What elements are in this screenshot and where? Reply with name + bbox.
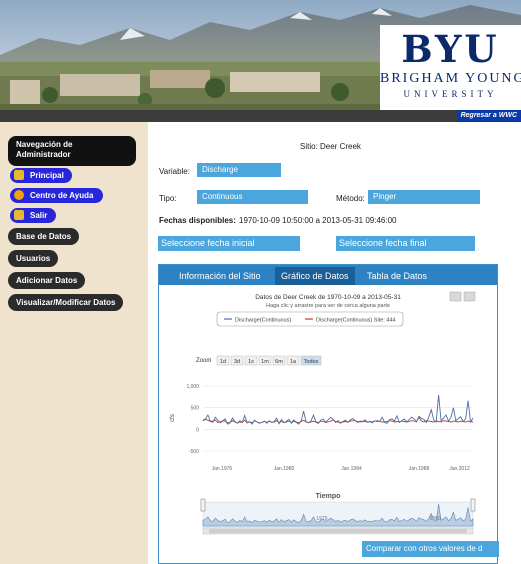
x-tick-label: Jan.1988 xyxy=(409,466,430,472)
sidebar-item-label: Principal xyxy=(30,171,64,180)
zoom-label: Zoom xyxy=(196,358,211,364)
page-root: BYU BRIGHAM YOUNG UNIVERSITY Regresar a … xyxy=(0,0,521,564)
zoom-buttons: 1d 3d 1s 1m 6m 1a Todos xyxy=(216,355,322,366)
y-tick-label: 500 xyxy=(191,406,200,412)
x-tick-label: Jan.2012 xyxy=(449,466,470,472)
byu-logo: BYU BRIGHAM YOUNG UNIVERSITY xyxy=(380,25,521,110)
y-axis-ticks: 1,000 500 0 -500 xyxy=(186,384,199,455)
return-link[interactable]: Regresar a WWC xyxy=(456,110,521,122)
x-axis-ticks: Jan.1976 Jan.1980 Jan.1984 Jan.1988 Jan.2012 xyxy=(212,466,470,472)
variable-field[interactable]: Discharge xyxy=(197,163,281,177)
sidebar-title: Navegación de Administrador xyxy=(8,136,136,166)
byu-logo-university: UNIVERSITY xyxy=(403,89,498,99)
sidebar-item-label: Salir xyxy=(30,211,48,220)
header-banner: BYU BRIGHAM YOUNG UNIVERSITY xyxy=(0,0,521,110)
type-field[interactable]: Continuous xyxy=(197,190,308,204)
zoom-button-label: 1a xyxy=(290,359,297,365)
method-label: Método: xyxy=(336,194,365,203)
data-panel: Información del Sitio Gráfico de Datos T… xyxy=(158,264,499,564)
discharge-chart[interactable]: Datos de Deer Creek de 1970-10-09 a 2013… xyxy=(167,287,489,537)
compare-button[interactable]: Comparar con otros valores de d xyxy=(362,541,499,557)
sidebar-item-help[interactable]: Centro de Ayuda xyxy=(10,188,103,203)
site-label: Sitio: xyxy=(300,142,318,151)
zoom-button-label: 1s xyxy=(248,359,254,365)
zoom-button-label: Todos xyxy=(304,359,319,365)
end-date-button[interactable]: Seleccione fecha final xyxy=(336,236,475,251)
home-icon xyxy=(14,169,24,180)
sidebar-item-users[interactable]: Usuarios xyxy=(8,250,59,267)
navigator-left-handle[interactable] xyxy=(200,498,206,512)
header-strip xyxy=(0,110,521,122)
navigator-label: 2000 xyxy=(430,516,441,522)
zoom-button-label: 3d xyxy=(234,359,240,365)
type-label: Tipo: xyxy=(159,194,177,203)
zoom-button-label: 6m xyxy=(275,359,283,365)
navigator-label: 1975 xyxy=(316,516,327,522)
legend-label-series-1[interactable]: Discharge(Continuous) xyxy=(235,318,291,324)
tab-data-table[interactable]: Tabla de Datos xyxy=(361,267,433,285)
sidebar-item-database[interactable]: Base de Datos xyxy=(8,228,80,245)
y-tick-label: 0 xyxy=(196,427,199,433)
navigator-right-handle[interactable] xyxy=(470,498,476,512)
sidebar-item-label: Centro de Ayuda xyxy=(30,191,94,200)
tab-data-chart[interactable]: Gráfico de Datos xyxy=(275,267,355,285)
x-tick-label: Jan.1976 xyxy=(212,466,233,472)
sidebar-item-view-modify-data[interactable]: Visualizar/Modificar Datos xyxy=(8,294,124,311)
variable-label: Variable: xyxy=(159,167,190,176)
legend-label-series-2[interactable]: Discharge(Continuous) Site: 444 xyxy=(316,318,396,324)
print-icon[interactable] xyxy=(449,291,462,302)
chart-subtitle: Haga clic y arrastre para ver de cerca a… xyxy=(266,303,390,309)
series-line-discharge-continuous xyxy=(202,395,474,425)
download-icon[interactable] xyxy=(463,291,476,302)
tab-bar: Información del Sitio Gráfico de Datos T… xyxy=(159,265,497,285)
navigator-scrollbar-thumb[interactable] xyxy=(209,529,467,533)
sidebar: Navegación de Administrador Principal Ce… xyxy=(0,122,148,564)
x-tick-label: Jan.1984 xyxy=(341,466,362,472)
sidebar-item-add-data[interactable]: Adicionar Datos xyxy=(8,272,86,289)
byu-logo-name: BRIGHAM YOUNG xyxy=(380,71,521,86)
y-tick-label: 1,000 xyxy=(186,384,199,390)
x-tick-label: Jan.1980 xyxy=(274,466,295,472)
byu-logo-mark: BYU xyxy=(401,27,500,71)
method-field[interactable]: Pinger xyxy=(368,190,480,204)
chart-title: Datos de Deer Creek de 1970-10-09 a 2013… xyxy=(255,294,401,301)
y-tick-label: -500 xyxy=(189,449,199,455)
dates-value: 1970-10-09 10:50:00 a 2013-05-31 09:46:0… xyxy=(239,216,397,225)
sidebar-item-logout[interactable]: Salir xyxy=(10,208,56,223)
zoom-button-label: 1d xyxy=(220,359,226,365)
y-axis-label: cfs xyxy=(170,414,176,422)
help-icon xyxy=(14,189,24,200)
lock-icon xyxy=(14,209,24,220)
sidebar-item-principal[interactable]: Principal xyxy=(10,168,72,183)
site-value: Deer Creek xyxy=(320,142,361,151)
x-axis-label: Tiempo xyxy=(316,493,341,500)
zoom-button-label: 1m xyxy=(261,359,269,365)
start-date-button[interactable]: Seleccione fecha inicial xyxy=(158,236,300,251)
dates-label: Fechas disponibles: xyxy=(159,216,236,225)
tab-site-info[interactable]: Información del Sitio xyxy=(173,267,267,285)
